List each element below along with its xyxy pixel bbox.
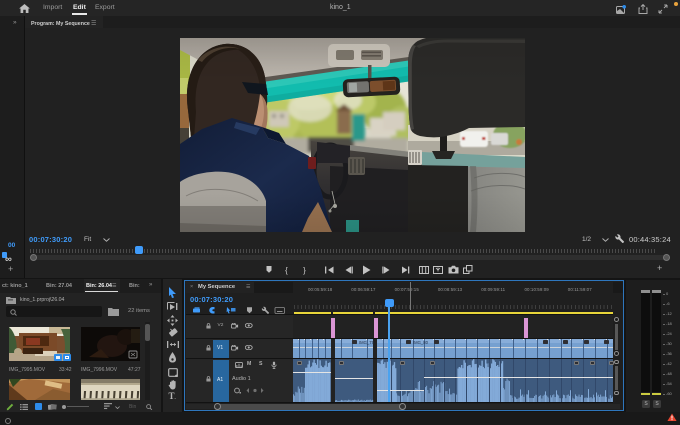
svg-text:}: } — [303, 265, 306, 275]
svg-text:{: { — [285, 265, 288, 275]
